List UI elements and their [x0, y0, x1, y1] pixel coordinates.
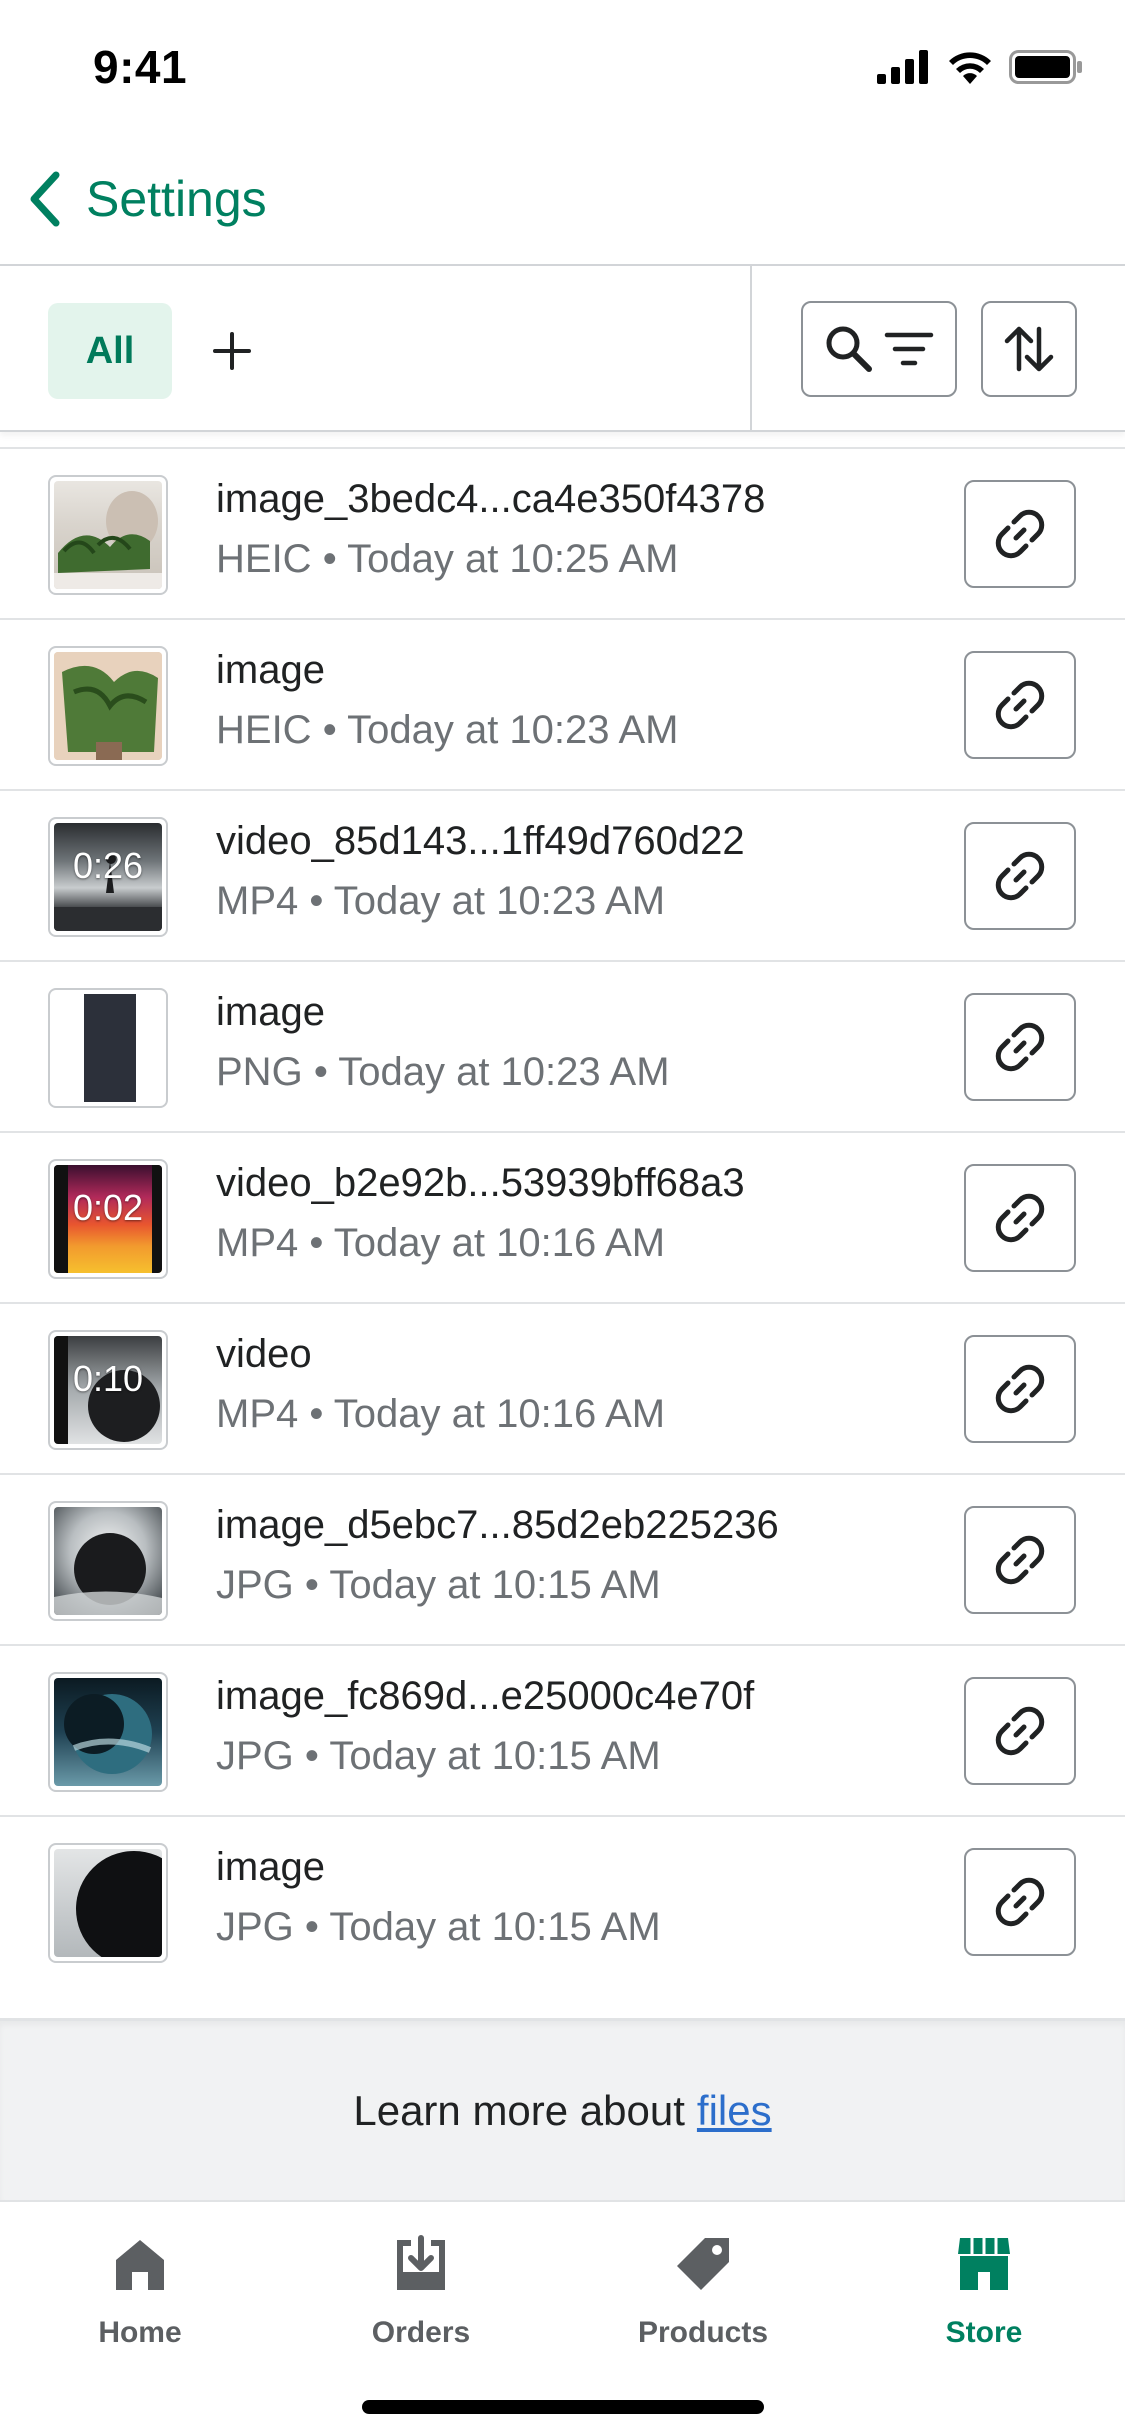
copy-link-button[interactable] — [964, 1335, 1076, 1443]
search-icon — [826, 326, 872, 372]
status-icons — [877, 50, 1083, 84]
video-duration: 0:26 — [72, 845, 144, 886]
link-icon — [995, 1364, 1045, 1414]
tab-label: Products — [637, 2316, 769, 2349]
cellular-signal-icon — [877, 50, 928, 84]
file-meta: JPG • Today at 10:15 AM — [216, 1734, 661, 1778]
file-row[interactable]: image PNG • Today at 10:23 AM — [0, 960, 1125, 1131]
file-meta: JPG • Today at 10:15 AM — [216, 1905, 661, 1949]
file-row[interactable]: image HEIC • Today at 10:23 AM — [0, 618, 1125, 789]
file-name: video_b2e92b...53939bff68a3 — [216, 1161, 745, 1205]
file-row[interactable]: 0:26 video_85d143...1ff49d760d22 MP4 • T… — [0, 789, 1125, 960]
tab-label: Home — [98, 2316, 182, 2349]
plus-icon — [213, 332, 251, 370]
file-thumbnail — [48, 475, 168, 595]
file-meta: PNG • Today at 10:23 AM — [216, 1050, 670, 1094]
nav-header: Settings — [0, 132, 1125, 266]
copy-link-button[interactable] — [964, 480, 1076, 588]
file-meta: MP4 • Today at 10:16 AM — [216, 1392, 666, 1436]
orders-icon — [397, 2235, 445, 2290]
link-icon — [995, 680, 1045, 730]
status-time: 9:41 — [93, 41, 188, 93]
home-icon — [116, 2240, 164, 2290]
file-name: image — [216, 990, 325, 1034]
learn-more-text: Learn more about — [353, 2086, 685, 2134]
tab-orders[interactable]: Orders — [321, 2232, 521, 2362]
file-name: image — [216, 1845, 325, 1889]
file-meta: HEIC • Today at 10:25 AM — [216, 537, 679, 581]
copy-link-button[interactable] — [964, 1164, 1076, 1272]
file-name: image_3bedc4...ca4e350f4378 — [216, 477, 766, 521]
copy-link-button[interactable] — [964, 822, 1076, 930]
file-row[interactable]: image_fc869d...e25000c4e70f JPG • Today … — [0, 1644, 1125, 1815]
file-thumbnail — [48, 1843, 168, 1963]
file-thumbnail: 0:10 — [48, 1330, 168, 1450]
tag-icon — [677, 2238, 729, 2290]
file-row[interactable]: image_3bedc4...ca4e350f4378 HEIC • Today… — [0, 447, 1125, 618]
tab-all[interactable]: All — [48, 303, 172, 399]
file-meta: HEIC • Today at 10:23 AM — [216, 708, 679, 752]
file-name: image — [216, 648, 325, 692]
file-name: video_85d143...1ff49d760d22 — [216, 819, 745, 863]
filter-icon — [884, 332, 934, 366]
home-indicator — [362, 2400, 764, 2414]
file-name: image_fc869d...e25000c4e70f — [216, 1674, 755, 1718]
wifi-icon — [949, 52, 991, 84]
file-name: video — [216, 1332, 312, 1376]
copy-link-button[interactable] — [964, 1677, 1076, 1785]
tab-products[interactable]: Products — [603, 2232, 803, 2362]
tab-home[interactable]: Home — [40, 2232, 240, 2362]
file-thumbnail — [48, 1672, 168, 1792]
file-thumbnail: 0:02 — [48, 1159, 168, 1279]
copy-link-button[interactable] — [964, 1506, 1076, 1614]
file-meta: MP4 • Today at 10:16 AM — [216, 1221, 666, 1265]
tab-store[interactable]: Store — [884, 2232, 1084, 2362]
file-meta: MP4 • Today at 10:23 AM — [216, 879, 666, 923]
file-thumbnail — [48, 1501, 168, 1621]
file-row[interactable]: image JPG • Today at 10:15 AM — [0, 1815, 1125, 2020]
back-button[interactable]: Settings — [22, 162, 267, 236]
file-row[interactable]: 0:10 video MP4 • Today at 10:16 AM — [0, 1302, 1125, 1473]
file-thumbnail — [48, 646, 168, 766]
learn-more-footer: Learn more about files — [0, 2020, 1125, 2200]
link-icon — [995, 1535, 1045, 1585]
video-duration: 0:02 — [72, 1187, 144, 1228]
status-bar: 9:41 — [0, 0, 1125, 132]
file-toolbar: All — [0, 266, 1125, 432]
link-icon — [995, 1877, 1045, 1927]
file-row[interactable]: 0:02 video_b2e92b...53939bff68a3 MP4 • T… — [0, 1131, 1125, 1302]
link-icon — [995, 851, 1045, 901]
back-label: Settings — [86, 171, 267, 227]
file-list: image_3bedc4...ca4e350f4378 HEIC • Today… — [0, 447, 1125, 2020]
file-row[interactable]: image_d5ebc7...85d2eb225236 JPG • Today … — [0, 1473, 1125, 1644]
sort-icon — [1004, 326, 1054, 372]
tab-label: Store — [945, 2316, 1023, 2349]
store-icon — [958, 2238, 1010, 2290]
tab-label: Orders — [371, 2316, 471, 2349]
file-thumbnail: 0:26 — [48, 817, 168, 937]
link-icon — [995, 1193, 1045, 1243]
copy-link-button[interactable] — [964, 651, 1076, 759]
add-view-button[interactable] — [200, 311, 264, 391]
file-meta: JPG • Today at 10:15 AM — [216, 1563, 661, 1607]
search-filter-button[interactable] — [801, 301, 957, 397]
link-icon — [995, 1022, 1045, 1072]
files-help-link[interactable]: files — [697, 2087, 772, 2135]
toolbar-divider — [750, 266, 752, 432]
link-icon — [995, 1706, 1045, 1756]
video-duration: 0:10 — [72, 1358, 144, 1399]
battery-icon — [1009, 50, 1082, 84]
copy-link-button[interactable] — [964, 993, 1076, 1101]
chevron-left-icon — [30, 171, 60, 227]
sort-button[interactable] — [981, 301, 1077, 397]
copy-link-button[interactable] — [964, 1848, 1076, 1956]
file-name: image_d5ebc7...85d2eb225236 — [216, 1503, 779, 1547]
file-thumbnail — [48, 988, 168, 1108]
link-icon — [995, 509, 1045, 559]
